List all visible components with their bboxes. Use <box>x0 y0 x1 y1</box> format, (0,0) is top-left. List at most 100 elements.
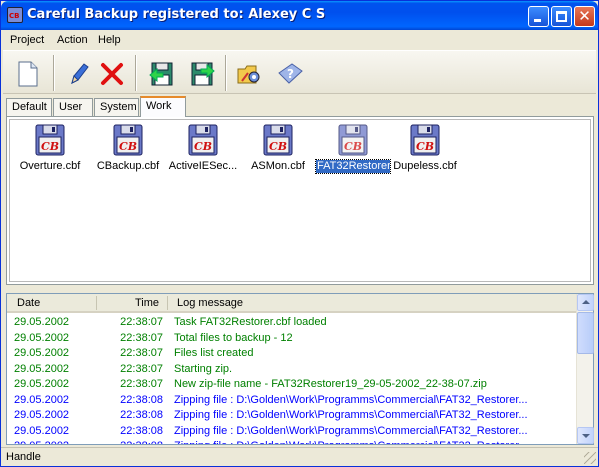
log-cell-time: 22:38:08 <box>120 424 163 437</box>
project-item-label: FAT32Restorer.cbf <box>315 159 408 174</box>
close-button[interactable]: ✕ <box>574 6 595 27</box>
project-item-label: Dupeless.cbf <box>393 160 457 172</box>
log-cell-time: 22:38:08 <box>120 409 163 421</box>
scroll-up-button[interactable] <box>577 294 594 311</box>
log-cell-message: Starting zip. <box>174 362 233 375</box>
delete-x-icon <box>101 63 123 85</box>
log-row[interactable]: 29.05.2002 22:38:07 Files list created <box>7 346 577 362</box>
log-cell-message: Zipping file : D:\Golden\Work\Programms\… <box>174 424 528 437</box>
log-cell-date: 29.05.2002 <box>14 409 70 421</box>
log-row[interactable]: 29.05.2002 22:38:08 Zipping file : D:\Gold… <box>7 439 577 444</box>
log-row[interactable]: 29.05.2002 22:38:08 Zipping file : D:\Gold… <box>7 393 577 409</box>
log-panel[interactable]: Date Time Log message 29.05.2002 22:38:07… <box>6 293 594 445</box>
log-header: Date Time Log message <box>7 294 577 313</box>
svg-text:CB: CB <box>119 140 137 153</box>
project-item-label: Overture.cbf <box>19 160 81 172</box>
app-icon[interactable] <box>7 7 23 23</box>
new-project-button[interactable] <box>11 56 45 90</box>
floppy-project-icon: CB <box>409 124 441 156</box>
log-row[interactable]: 29.05.2002 22:38:08 Zipping file : D:\Gold… <box>7 408 577 424</box>
project-item-label: ActiveIESec... <box>168 160 238 172</box>
status-text: Handle <box>6 451 41 463</box>
svg-text:CB: CB <box>194 140 212 153</box>
backup-floppy-icon <box>149 62 173 86</box>
project-item[interactable]: CB CBackup.cbf <box>88 124 168 173</box>
menu-bar: Project Action Help <box>1 31 598 50</box>
resize-grip[interactable] <box>584 452 596 464</box>
log-cell-message: Task FAT32Restorer.cbf loaded <box>174 316 327 328</box>
folder-settings-icon <box>237 65 260 84</box>
svg-text:CB: CB <box>416 140 434 153</box>
svg-text:?: ? <box>287 67 294 81</box>
log-cell-time: 22:38:07 <box>120 362 163 375</box>
help-button[interactable]: ? <box>271 56 305 90</box>
project-item[interactable]: CB FAT32Restorer.cbf <box>313 124 408 174</box>
project-item[interactable]: CB ASMon.cbf <box>238 124 318 173</box>
status-bar: Handle <box>1 447 598 466</box>
tab-work[interactable]: Work <box>140 96 186 117</box>
pencil-icon <box>71 63 89 84</box>
menu-help[interactable]: Help <box>98 34 121 46</box>
project-item[interactable]: CB ActiveIESec... <box>163 124 243 173</box>
log-cell-message: Total files to backup - 12 <box>174 331 293 344</box>
log-row[interactable]: 29.05.2002 22:38:07 Starting zip. <box>7 362 577 378</box>
log-scrollbar[interactable] <box>576 294 594 444</box>
maximize-button[interactable] <box>551 6 572 27</box>
log-cell-message: Zipping file : D:\Golden\Work\Programms\… <box>174 393 528 406</box>
tab-system[interactable]: System <box>94 98 139 116</box>
tab-default[interactable]: Default <box>6 98 52 116</box>
floppy-project-icon: CB <box>262 124 294 156</box>
log-cell-time: 22:38:07 <box>120 331 163 344</box>
project-item[interactable]: CB Dupeless.cbf <box>385 124 465 173</box>
menu-project[interactable]: Project <box>10 34 44 46</box>
log-cell-time: 22:38:07 <box>120 378 163 390</box>
app-window: Careful Backup registered to: Alexey C S… <box>0 0 599 467</box>
log-row[interactable]: 29.05.2002 22:38:07 New zip-file name - FA… <box>7 377 577 393</box>
log-cell-date: 29.05.2002 <box>14 440 69 444</box>
column-header-date[interactable]: Date <box>17 297 40 309</box>
log-cell-message: Zipping file : D:\Golden\Work\Programms\… <box>174 409 528 421</box>
project-list-pane[interactable]: CB Overture.cbf CB CBackup.cbf CB ActiveIESec… <box>6 116 594 285</box>
log-cell-date: 29.05.2002 <box>14 316 70 328</box>
log-row[interactable]: 29.05.2002 22:38:07 Task FAT32Restorer.cbf… <box>7 315 577 331</box>
project-item-label: CBackup.cbf <box>96 160 160 172</box>
log-cell-time: 22:38:08 <box>120 393 163 406</box>
log-row[interactable]: 29.05.2002 22:38:07 Total files to backup … <box>7 331 577 347</box>
log-cell-message: New zip-file name - FAT32Restorer19_29-0… <box>174 378 487 390</box>
project-item[interactable]: CB Overture.cbf <box>10 124 90 173</box>
minimize-button[interactable] <box>528 6 549 27</box>
log-rows: 29.05.2002 22:38:07 Task FAT32Restorer.cbf… <box>7 315 577 444</box>
window-title: Careful Backup registered to: Alexey C S <box>27 7 326 22</box>
menu-action[interactable]: Action <box>57 34 88 46</box>
svg-text:CB: CB <box>41 140 59 153</box>
project-item-label: ASMon.cbf <box>251 160 305 172</box>
floppy-project-icon: CB <box>187 124 219 156</box>
svg-text:CB: CB <box>269 140 287 153</box>
edit-project-button[interactable] <box>61 56 95 90</box>
log-cell-message: Zipping file : D:\Golden\Work\Programms\… <box>174 440 572 444</box>
delete-project-button[interactable] <box>95 56 129 90</box>
backup-button[interactable] <box>143 56 177 90</box>
log-cell-date: 29.05.2002 <box>14 393 70 406</box>
restore-floppy-icon <box>191 62 215 86</box>
log-cell-time: 22:38:08 <box>109 440 163 444</box>
floppy-project-icon: CB <box>337 124 369 156</box>
log-row[interactable]: 29.05.2002 22:38:08 Zipping file : D:\Gold… <box>7 424 577 440</box>
log-cell-date: 29.05.2002 <box>14 424 70 437</box>
log-cell-date: 29.05.2002 <box>14 362 70 375</box>
column-header-message[interactable]: Log message <box>177 297 243 309</box>
help-question-icon: ? <box>278 63 303 84</box>
restore-button[interactable] <box>185 56 219 90</box>
log-cell-time: 22:38:07 <box>120 316 163 328</box>
log-cell-time: 22:38:07 <box>120 347 163 359</box>
title-bar[interactable]: Careful Backup registered to: Alexey C S… <box>1 1 598 30</box>
tab-user[interactable]: User <box>53 98 93 116</box>
scroll-thumb[interactable] <box>577 312 594 354</box>
log-cell-date: 29.05.2002 <box>14 347 70 359</box>
svg-text:CB: CB <box>344 140 362 153</box>
floppy-project-icon: CB <box>34 124 66 156</box>
scroll-down-button[interactable] <box>577 427 594 444</box>
log-cell-date: 29.05.2002 <box>14 331 70 344</box>
options-button[interactable] <box>231 56 265 90</box>
column-header-time[interactable]: Time <box>135 297 159 309</box>
